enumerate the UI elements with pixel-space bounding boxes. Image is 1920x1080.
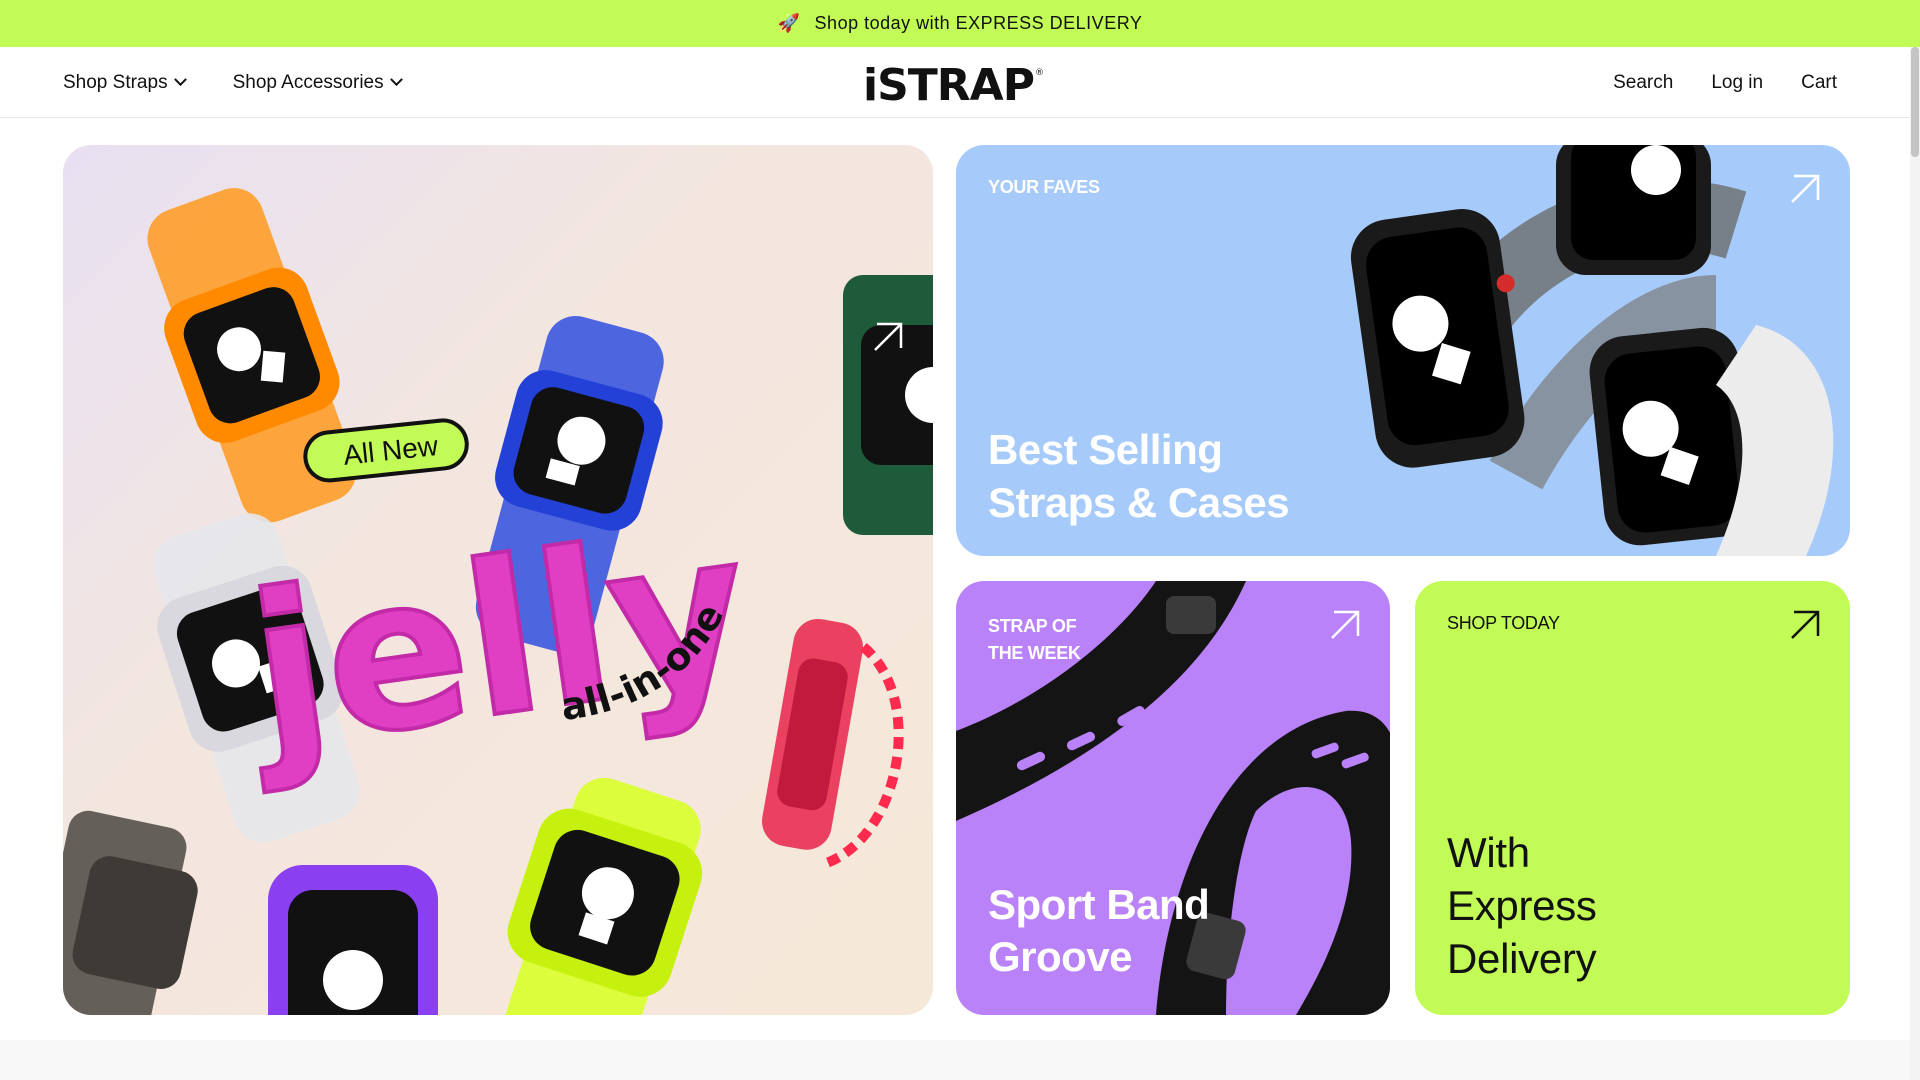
page-scrollbar[interactable] [1910,47,1920,1080]
best-selling-card[interactable]: YOUR FAVES Best Selling Straps & Cases [956,145,1850,556]
shop-today-card[interactable]: SHOP TODAY With Express Delivery [1415,581,1850,1015]
shop-today-headline: With Express Delivery [1447,826,1597,985]
strap-eyebrow: STRAP OF THE WEEK [988,613,1118,667]
cart-link[interactable]: Cart [1801,72,1837,94]
nav-shop-straps-label: Shop Straps [63,71,168,93]
arrow-up-right-icon [1791,174,1820,203]
shop-today-line3: Delivery [1447,935,1597,982]
nav-shop-straps[interactable]: Shop Straps [63,71,187,94]
site-header: Shop Straps Shop Accessories iSTRAP ® Se… [0,47,1910,118]
utility-nav: Search Log in Cart [1613,47,1837,118]
next-section-band [0,1040,1910,1080]
shop-today-line1: With [1447,829,1530,876]
logo-text: iSTRAP [863,60,1035,111]
registered-mark: ® [1034,68,1044,78]
rocket-icon: 🚀 [777,13,801,33]
faves-headline-line1: Best Selling [988,426,1223,473]
strap-headline-line2: Groove [988,933,1133,980]
chevron-down-icon [389,73,403,87]
strap-headline-line1: Sport Band [988,881,1210,928]
shop-today-eyebrow: SHOP TODAY [1447,613,1560,633]
primary-nav: Shop Straps Shop Accessories [63,47,403,118]
faves-headline-line2: Straps & Cases [988,479,1290,526]
hero-jelly-card[interactable]: jelly all-in-one All New [63,145,933,1015]
login-link[interactable]: Log in [1711,72,1763,94]
scrollbar-thumb[interactable] [1911,47,1919,157]
jelly-watches-illustration: jelly all-in-one All New [63,188,933,1015]
strap-headline: Sport Band Groove [988,879,1210,983]
faves-headline: Best Selling Straps & Cases [988,423,1290,529]
arrow-up-right-icon [1331,610,1360,639]
announcement-text: Shop today with EXPRESS DELIVERY [814,13,1143,33]
faves-eyebrow: YOUR FAVES [988,177,1100,197]
strap-eyebrow-line1: STRAP OF [988,616,1077,636]
announcement-bar[interactable]: 🚀 Shop today with EXPRESS DELIVERY [0,0,1920,47]
shop-today-line2: Express [1447,882,1597,929]
strap-eyebrow-line2: THE WEEK [988,643,1081,663]
nav-shop-accessories[interactable]: Shop Accessories [232,71,403,94]
site-logo[interactable]: iSTRAP ® [863,60,1044,111]
chevron-down-icon [173,73,187,87]
strap-of-week-card[interactable]: STRAP OF THE WEEK Sport Band Groove [956,581,1390,1015]
search-link[interactable]: Search [1613,72,1673,94]
nav-shop-accessories-label: Shop Accessories [232,71,384,93]
